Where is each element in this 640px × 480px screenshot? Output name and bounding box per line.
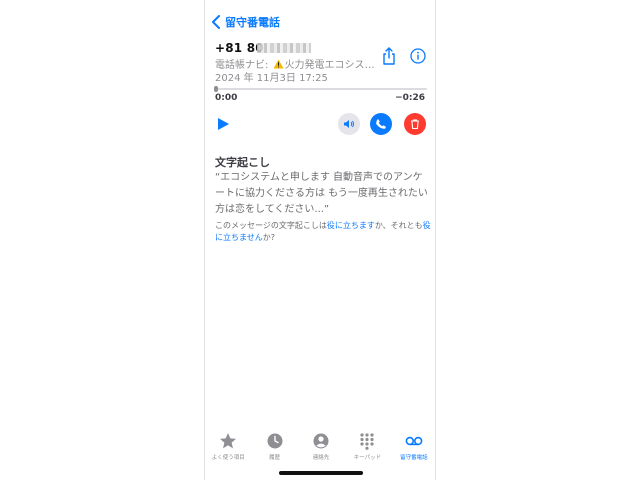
tab-keypad[interactable]: キーパッド bbox=[344, 428, 390, 466]
info-icon[interactable] bbox=[410, 48, 426, 64]
tab-label: よく使う項目 bbox=[211, 455, 245, 461]
delete-button[interactable] bbox=[404, 113, 426, 135]
clock-icon bbox=[267, 433, 283, 449]
redacted-number-mask bbox=[257, 43, 311, 53]
warning-icon bbox=[273, 59, 284, 69]
tab-voicemail[interactable]: 留守番電話 bbox=[391, 428, 435, 466]
tab-favorites[interactable]: よく使う項目 bbox=[205, 428, 251, 466]
feedback-middle: か、それとも bbox=[374, 221, 423, 230]
share-icon[interactable] bbox=[381, 47, 397, 65]
keypad-icon bbox=[360, 433, 375, 450]
tab-bar: よく使う項目 履歴 連絡先 キーパッド 留守番電話 bbox=[205, 428, 435, 466]
tab-contacts[interactable]: 連絡先 bbox=[298, 428, 344, 466]
voicemail-icon bbox=[405, 436, 423, 446]
elapsed-time: 0:00 bbox=[215, 93, 238, 103]
phone-icon bbox=[376, 119, 386, 129]
back-button[interactable]: 留守番電話 bbox=[211, 13, 280, 31]
tab-label: 履歴 bbox=[269, 455, 281, 461]
tab-label: 留守番電話 bbox=[400, 455, 428, 461]
playback-progress-track[interactable] bbox=[215, 88, 427, 90]
phone-screen: 留守番電話 +81 80 電話帳ナビ: 火力発電エコシステ… 2024 年 11… bbox=[204, 0, 436, 480]
remaining-time: −0:26 bbox=[395, 93, 425, 103]
transcript-text: “エコシステムと申します 自動音声でのアンケートに協力くださる方は もう一度再生… bbox=[215, 172, 428, 215]
speaker-icon bbox=[344, 120, 354, 128]
transcript-feedback: このメッセージの文字起こしは役に立ちますか、それとも役に立ちませんか? bbox=[215, 220, 431, 244]
feedback-prefix: このメッセージの文字起こしは bbox=[215, 221, 327, 230]
playback-scrubber[interactable] bbox=[214, 86, 218, 92]
speaker-button[interactable] bbox=[338, 113, 360, 135]
play-icon[interactable] bbox=[216, 117, 230, 131]
feedback-suffix: か? bbox=[262, 233, 276, 242]
feedback-useful-link[interactable]: 役に立ちます bbox=[327, 221, 375, 230]
home-indicator bbox=[279, 471, 363, 475]
star-icon bbox=[220, 433, 237, 449]
chevron-left-icon bbox=[212, 15, 220, 29]
contact-icon bbox=[313, 433, 329, 449]
voicemail-date: 2024 年 11月3日 17:25 bbox=[215, 73, 328, 84]
tab-recents[interactable]: 履歴 bbox=[251, 428, 297, 466]
tab-label: キーパッド bbox=[353, 455, 382, 461]
call-back-button[interactable] bbox=[370, 113, 392, 135]
back-button-label: 留守番電話 bbox=[225, 16, 280, 29]
transcript-title: 文字起こし bbox=[215, 156, 270, 169]
tab-label: 連絡先 bbox=[312, 455, 330, 461]
trash-icon bbox=[411, 119, 419, 130]
